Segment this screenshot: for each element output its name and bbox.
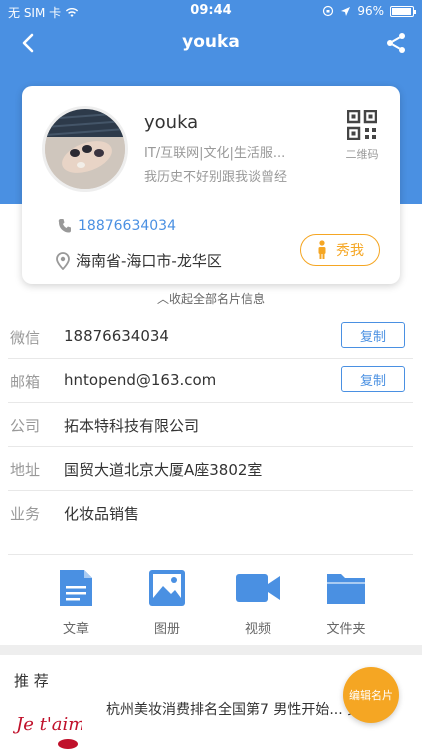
- copy-wechat-button[interactable]: 复制: [341, 322, 405, 348]
- card-location-row: 海南省-海口市-龙华区: [56, 250, 222, 271]
- rotation-lock-icon: [323, 5, 334, 17]
- card-phone-row[interactable]: 18876634034: [58, 218, 176, 234]
- collapse-card-info[interactable]: ︿收起全部名片信息: [0, 290, 422, 307]
- section-divider: [0, 645, 422, 655]
- recommend-thumbnail[interactable]: Je t'aime: [12, 704, 82, 750]
- company-label: 公司: [10, 417, 41, 435]
- qr-code-label: 二维码: [345, 148, 379, 161]
- tool-video-label: 视频: [244, 622, 271, 637]
- tool-album[interactable]: 图册: [137, 568, 197, 637]
- address-label: 地址: [10, 461, 41, 479]
- location-arrow-icon: [341, 6, 351, 16]
- business-card: youka IT/互联网|文化|生活服... 我历史不好别跟我谈曾经 二维码 1…: [22, 86, 400, 284]
- show-me-label: 秀我: [336, 243, 364, 259]
- card-location: 海南省-海口市-龙华区: [76, 252, 222, 270]
- thumbnail-script-text: Je t'aime: [12, 714, 82, 735]
- address-value: 国贸大道北京大厦A座3802室: [64, 461, 263, 479]
- document-icon: [60, 570, 92, 606]
- company-row: 公司 拓本特科技有限公司: [8, 403, 413, 447]
- recommend-thumbnail-image: Je t'aime: [12, 704, 82, 750]
- tool-folder-label: 文件夹: [326, 622, 366, 637]
- qr-code-icon: [346, 109, 378, 141]
- image-icon: [149, 570, 185, 606]
- avatar-image: [45, 109, 125, 189]
- email-row: 邮箱 hntopend@163.com 复制: [8, 359, 413, 403]
- battery-icon: [390, 5, 416, 17]
- avatar[interactable]: [42, 106, 128, 192]
- share-icon[interactable]: [384, 31, 408, 55]
- wechat-row: 微信 18876634034 复制: [8, 315, 413, 359]
- tool-folder[interactable]: 文件夹: [316, 568, 376, 637]
- page-title: youka: [182, 32, 240, 52]
- chevron-up-icon: ︿: [156, 292, 169, 306]
- location-icon: [56, 251, 70, 270]
- video-icon: [236, 574, 280, 602]
- edit-card-button[interactable]: 编辑名片: [343, 667, 399, 723]
- card-motto: 我历史不好别跟我谈曾经: [144, 170, 288, 185]
- company-value: 拓本特科技有限公司: [64, 417, 200, 435]
- tools-grid: 文章 图册 视频 文件夹: [0, 560, 422, 640]
- recommend-title: 推 荐: [14, 672, 49, 690]
- card-industry: IT/互联网|文化|生活服...: [144, 146, 286, 161]
- card-name: youka: [144, 112, 199, 133]
- qr-code-button[interactable]: 二维码: [342, 109, 382, 162]
- tool-article-label: 文章: [62, 622, 89, 637]
- show-me-button[interactable]: 秀我: [300, 234, 380, 266]
- status-right: 96%: [322, 4, 416, 18]
- battery-percent: 96%: [357, 4, 384, 18]
- business-row: 业务 化妆品销售: [8, 491, 413, 555]
- status-bar: 无 SIM 卡 09:44 96%: [0, 0, 422, 22]
- address-row: 地址 国贸大道北京大厦A座3802室: [8, 447, 413, 491]
- collapse-label: 收起全部名片信息: [169, 292, 266, 306]
- email-value: hntopend@163.com: [64, 371, 217, 389]
- tool-article[interactable]: 文章: [46, 568, 106, 637]
- wechat-value: 18876634034: [64, 327, 169, 345]
- wechat-label: 微信: [10, 329, 41, 347]
- person-icon: [318, 240, 326, 259]
- business-value: 化妆品销售: [64, 505, 140, 523]
- tool-album-label: 图册: [153, 622, 180, 637]
- tool-video[interactable]: 视频: [228, 568, 288, 637]
- card-phone[interactable]: 18876634034: [78, 218, 176, 234]
- phone-icon: [58, 218, 71, 233]
- nav-bar: youka: [0, 22, 422, 64]
- folder-icon: [327, 574, 365, 604]
- copy-email-button[interactable]: 复制: [341, 366, 405, 392]
- business-label: 业务: [10, 505, 41, 523]
- email-label: 邮箱: [10, 373, 41, 391]
